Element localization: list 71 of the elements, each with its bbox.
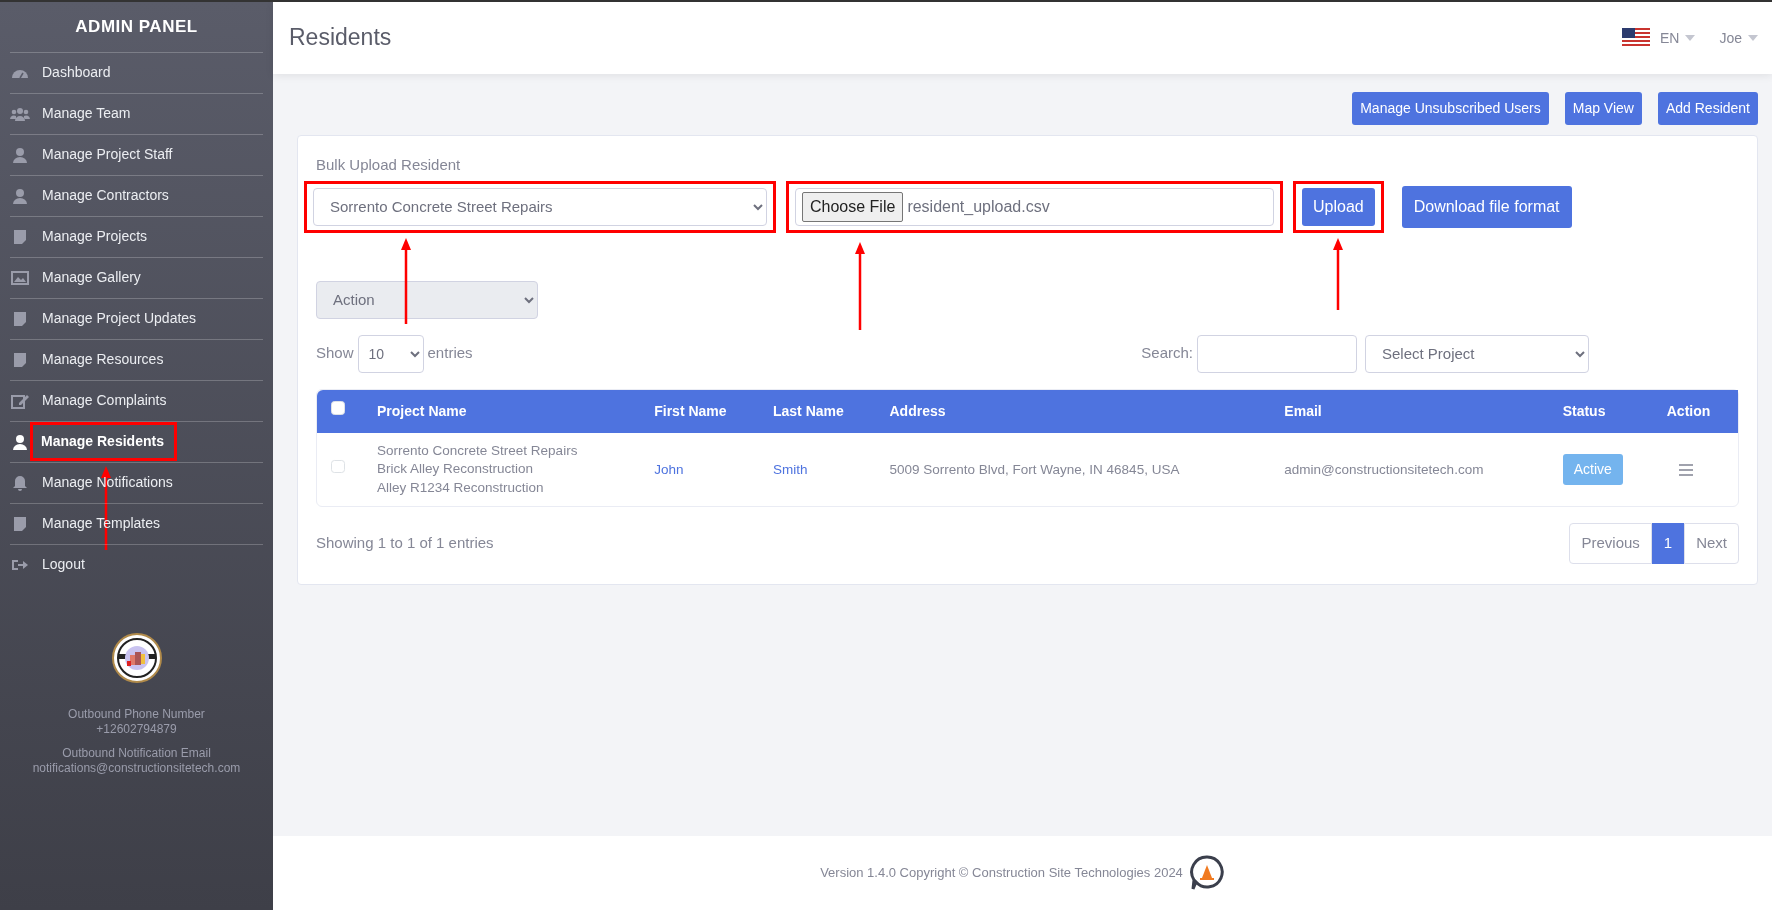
phone-label: Outbound Phone Number bbox=[67, 706, 206, 723]
caret-icon bbox=[1685, 35, 1696, 41]
users-icon bbox=[10, 105, 30, 122]
column-header: Action bbox=[1658, 389, 1738, 433]
project-name: Sorrento Concrete Street Repairs bbox=[377, 441, 579, 460]
entries-info: Showing 1 to 1 of 1 entries bbox=[316, 533, 494, 554]
bulk-upload-label: Bulk Upload Resident bbox=[316, 155, 462, 175]
search-label: Search: bbox=[1141, 343, 1193, 364]
upload-button[interactable]: Upload bbox=[1302, 187, 1375, 226]
edit-icon bbox=[10, 392, 30, 409]
column-header: Project Name bbox=[369, 389, 647, 433]
select-all-checkbox[interactable] bbox=[331, 400, 345, 415]
project-select[interactable]: Sorrento Concrete Street Repairs bbox=[313, 187, 767, 226]
page-title: Residents bbox=[289, 24, 392, 52]
column-header: Last Name bbox=[765, 389, 882, 433]
project-filter[interactable]: Select Project bbox=[1365, 334, 1589, 373]
file-name: resident_upload.csv bbox=[907, 196, 1050, 217]
project-name: Alley R1234 Reconstruction bbox=[377, 479, 545, 498]
sidebar-item[interactable]: Manage Project Updates bbox=[42, 298, 197, 339]
sidebar-item[interactable]: Manage Gallery bbox=[42, 257, 141, 298]
sidebar-item[interactable]: Manage Team bbox=[42, 93, 131, 134]
user-name: Joe bbox=[1719, 28, 1742, 48]
map-view-button[interactable]: Map View bbox=[1564, 92, 1642, 125]
language-dropdown[interactable]: EN bbox=[1621, 27, 1696, 49]
sidebar-item[interactable]: Manage Projects bbox=[42, 216, 148, 257]
pagination-button[interactable]: Previous bbox=[1569, 523, 1652, 564]
project-name: Brick Alley Reconstruction bbox=[377, 460, 535, 479]
us-flag-icon bbox=[1621, 28, 1650, 48]
sidebar-item[interactable]: Manage Complaints bbox=[42, 380, 167, 421]
sidebar-title: ADMIN PANEL bbox=[74, 16, 199, 38]
user-icon bbox=[10, 187, 30, 204]
entries-label: entries bbox=[427, 343, 473, 364]
email-text: admin@constructionsitetech.com bbox=[1284, 461, 1484, 477]
column-header: Address bbox=[881, 389, 1277, 433]
sidebar-item[interactable]: Manage Contractors bbox=[42, 175, 169, 216]
user-dropdown[interactable]: Joe bbox=[1719, 27, 1758, 49]
column-header: First Name bbox=[646, 389, 765, 433]
unsubscribed-users-button[interactable]: Manage Unsubscribed Users bbox=[1352, 92, 1549, 125]
first-name-link[interactable]: John bbox=[654, 461, 684, 477]
pagination-button[interactable]: Next bbox=[1684, 523, 1739, 564]
image-icon bbox=[10, 269, 30, 286]
footer-text: Version 1.4.0 Copyright © Construction Site Technologies 2024 bbox=[820, 864, 1183, 883]
column-header: Status bbox=[1554, 389, 1659, 433]
caret-icon bbox=[1748, 35, 1758, 41]
user-icon bbox=[10, 146, 30, 163]
address-text: 5009 Sorrento Blvd, Fort Wayne, IN 46845, USA bbox=[889, 461, 1180, 477]
search-field[interactable] bbox=[1197, 334, 1357, 373]
user-icon bbox=[10, 433, 30, 450]
add-resident-button[interactable]: Add Resident bbox=[1657, 92, 1758, 125]
sidebar-item[interactable]: Manage Residents bbox=[41, 431, 164, 452]
row-checkbox[interactable] bbox=[331, 459, 345, 474]
choose-file-button[interactable]: Choose File bbox=[802, 191, 904, 222]
menu-icon[interactable] bbox=[1678, 464, 1693, 477]
sidebar-item[interactable]: Manage Resources bbox=[42, 339, 164, 380]
sidebar-item[interactable]: Logout bbox=[42, 544, 85, 585]
cone-logo-icon bbox=[1188, 855, 1225, 891]
pagination-button[interactable]: 1 bbox=[1651, 523, 1685, 564]
town-logo-icon bbox=[111, 632, 162, 683]
show-label: Show bbox=[316, 343, 354, 364]
entries-select[interactable]: 10 bbox=[357, 334, 424, 373]
file-input[interactable]: Choose File resident_upload.csv bbox=[795, 187, 1274, 226]
column-header: Email bbox=[1276, 389, 1555, 433]
phone-number: +12602794879 bbox=[95, 722, 178, 738]
sidebar-item[interactable]: Dashboard bbox=[42, 52, 111, 93]
sidebar-item[interactable]: Manage Project Staff bbox=[42, 134, 173, 175]
language-code: EN bbox=[1659, 28, 1680, 48]
email-label: Outbound Notification Email bbox=[61, 745, 212, 762]
download-format-button[interactable]: Download file format bbox=[1401, 185, 1572, 228]
notification-email: notifications@constructionsitetech.com bbox=[31, 761, 242, 777]
last-name-link[interactable]: Smith bbox=[773, 461, 808, 477]
status-badge: Active bbox=[1562, 454, 1623, 486]
